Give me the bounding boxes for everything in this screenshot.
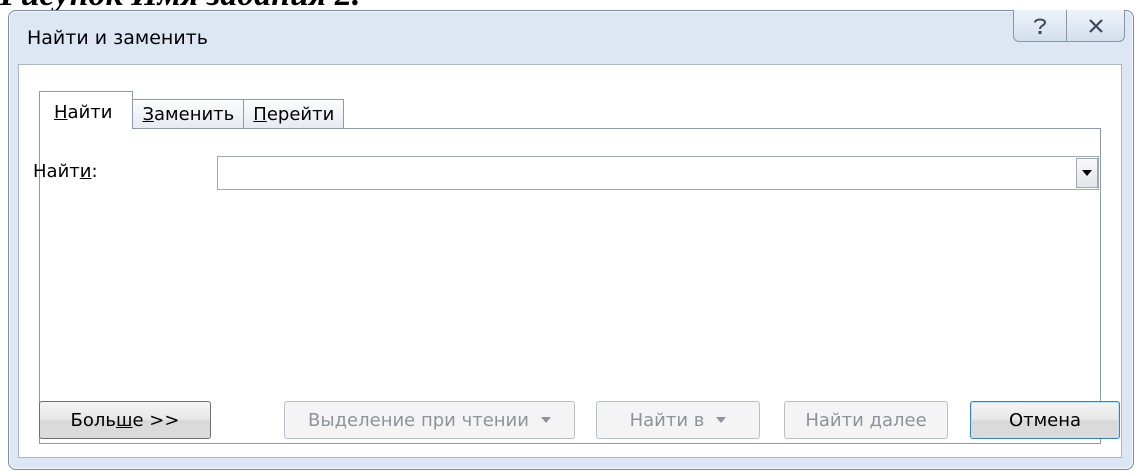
more-button[interactable]: Боль ш е >> xyxy=(39,401,211,439)
find-replace-dialog: Найти и заменить Найти Заменить Перейти … xyxy=(8,10,1134,470)
find-label-colon: : xyxy=(91,161,98,182)
reading-highlight-button[interactable]: Выделение при чтении xyxy=(284,401,575,439)
tab-strip: Найти Заменить Перейти xyxy=(39,91,345,129)
tab-goto-label: ерейти xyxy=(266,104,335,125)
close-icon xyxy=(1088,18,1103,33)
chevron-down-icon xyxy=(540,417,551,423)
cancel-button[interactable]: Отмена xyxy=(970,401,1120,439)
dialog-client-area: Найти Заменить Перейти Найти: Боль ш е >> … xyxy=(18,64,1122,458)
find-label: Найти: xyxy=(33,161,98,182)
reading-highlight-label: Выделение при чтении xyxy=(308,409,529,431)
more-button-label: Боль xyxy=(70,409,117,431)
title-bar-buttons xyxy=(1013,10,1125,42)
find-next-button[interactable]: Найти далее xyxy=(784,401,948,439)
tab-find-mnemonic: Н xyxy=(54,102,68,123)
more-button-mnemonic: ш xyxy=(116,409,133,431)
find-in-button[interactable]: Найти в xyxy=(596,401,760,439)
find-input[interactable] xyxy=(217,156,1099,190)
close-button[interactable] xyxy=(1067,10,1125,42)
find-next-label: Найти далее xyxy=(805,409,927,431)
cancel-label: Отмена xyxy=(1008,409,1082,431)
help-button[interactable] xyxy=(1013,10,1067,42)
tab-find-label: айти xyxy=(67,102,113,123)
find-history-dropdown[interactable] xyxy=(1076,158,1098,188)
more-button-label-end: е >> xyxy=(132,409,180,431)
tab-goto-mnemonic: П xyxy=(253,104,267,125)
find-label-text: Найт xyxy=(33,161,80,182)
tab-replace-label: аменить xyxy=(154,104,235,125)
tab-replace-mnemonic: З xyxy=(142,104,155,125)
chevron-down-icon xyxy=(1082,170,1092,176)
tab-goto[interactable]: Перейти xyxy=(243,99,345,129)
tab-find[interactable]: Найти xyxy=(39,91,134,129)
dialog-title: Найти и заменить xyxy=(27,27,208,49)
find-label-mnemonic: и xyxy=(79,161,92,182)
help-icon xyxy=(1034,18,1047,34)
chevron-down-icon xyxy=(716,417,727,423)
find-in-label: Найти в xyxy=(629,409,705,431)
tab-replace[interactable]: Заменить xyxy=(132,99,245,129)
